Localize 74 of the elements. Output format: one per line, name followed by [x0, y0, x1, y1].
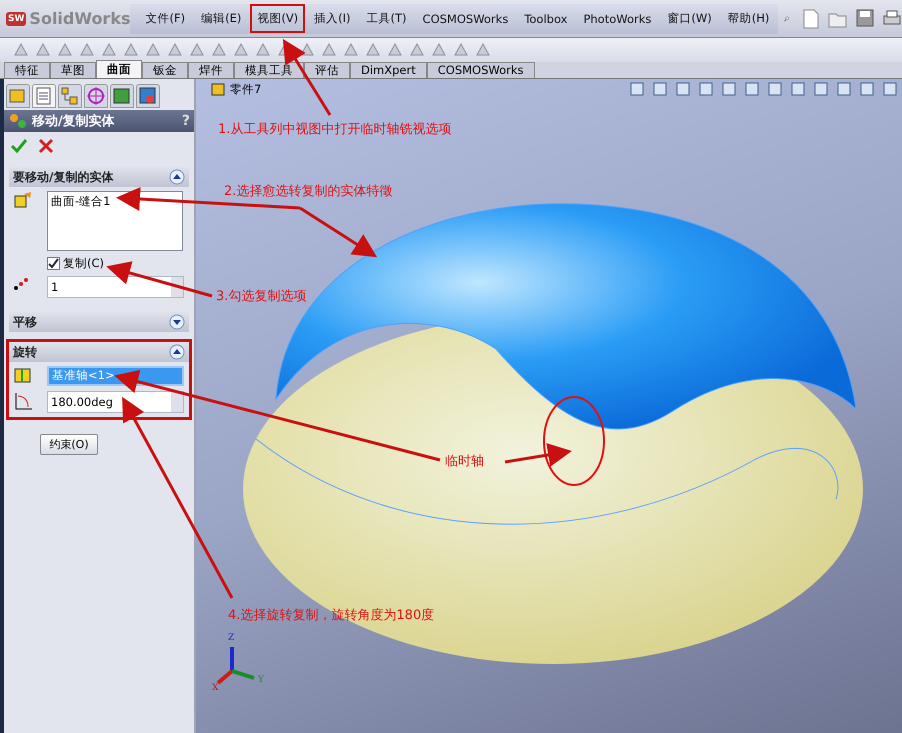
constraints-button[interactable]: 约束(O) — [40, 434, 98, 455]
app-logo: SW SolidWorks — [5, 9, 130, 28]
list-item[interactable]: 曲面-缝合1 — [48, 192, 182, 211]
menu-item[interactable]: Toolbox — [517, 4, 574, 32]
menu-item[interactable]: COSMOSWorks — [416, 4, 516, 32]
annotation-text: 4.选择旋转复制，旋转角度为180度 — [228, 607, 434, 624]
selection-list[interactable]: 曲面-缝合1 — [47, 191, 183, 251]
part-tree-item[interactable]: 零件7 — [200, 81, 262, 97]
menu-item[interactable]: 视图(V) — [250, 4, 306, 33]
view-tool-icon[interactable] — [882, 81, 898, 97]
help-button[interactable]: ? — [182, 113, 190, 129]
annotation-text: 3.勾选复制选项 — [216, 288, 306, 305]
annotation-text: 临时轴 — [445, 453, 484, 470]
menu-item[interactable]: 文件(F) — [138, 4, 192, 33]
view-tool-icon[interactable] — [698, 81, 714, 97]
collapse-toggle-icon[interactable] — [169, 169, 185, 185]
body-cube-icon — [13, 191, 33, 209]
toolbar-tab[interactable]: COSMOSWorks — [426, 62, 535, 78]
angle-field[interactable]: 180.00deg — [47, 391, 184, 413]
x-axis-label: X — [212, 683, 218, 693]
y-axis-label: Y — [258, 675, 264, 685]
annotation-text: 2.选择愈选转复制的实体特徵 — [224, 183, 392, 200]
annotation-arrow — [504, 443, 572, 467]
section-title: 平移 — [13, 314, 37, 330]
axis-cube-icon — [13, 366, 33, 384]
cancel-x-icon[interactable] — [38, 138, 54, 154]
collapse-toggle-icon[interactable] — [169, 314, 185, 330]
menu-item[interactable]: 编辑(E) — [194, 4, 248, 33]
section-title: 旋转 — [13, 344, 37, 360]
view-tool-icon[interactable] — [813, 81, 829, 97]
ok-check-icon[interactable] — [10, 138, 28, 154]
count-field[interactable]: 1 — [47, 276, 184, 298]
menu-item[interactable]: 工具(T) — [360, 4, 414, 33]
view-tool-icon[interactable] — [721, 81, 737, 97]
move-copy-icon — [8, 112, 28, 130]
panel-title: 移动/复制实体 — [32, 112, 116, 130]
angle-icon — [13, 391, 33, 411]
toolbar-tab[interactable]: 草图 — [50, 62, 96, 78]
view-tool-icon[interactable] — [836, 81, 852, 97]
toolbar-tab[interactable]: DimXpert — [350, 62, 427, 78]
cube-icon[interactable] — [110, 84, 134, 108]
property-icon[interactable] — [32, 84, 56, 108]
toolbar-tab[interactable]: 评估 — [304, 62, 350, 78]
z-axis-label: Z — [228, 633, 234, 643]
view-tool-icon[interactable] — [859, 81, 875, 97]
copy-checkbox[interactable] — [47, 257, 60, 270]
part-icon — [210, 81, 226, 97]
view-tool-icon[interactable] — [767, 81, 783, 97]
view-tool-icon[interactable] — [652, 81, 668, 97]
toolbar-tab[interactable]: 焊件 — [188, 62, 234, 78]
menu-item[interactable]: PhotoWorks — [576, 4, 658, 32]
configuration-icon[interactable] — [58, 84, 82, 108]
view-tool-icon[interactable] — [744, 81, 760, 97]
view-tool-icon[interactable] — [790, 81, 806, 97]
menu-item[interactable]: 插入(I) — [307, 4, 358, 33]
view-tool-icon[interactable] — [629, 81, 645, 97]
print-icon[interactable] — [882, 8, 902, 26]
collapse-toggle-icon[interactable] — [169, 344, 185, 360]
toolbar-tab[interactable]: 特征 — [4, 62, 50, 78]
section-title: 要移动/复制的实体 — [13, 168, 114, 186]
menu-item[interactable]: 窗口(W) — [660, 4, 719, 33]
toolbar-tab[interactable]: 钣金 — [142, 62, 188, 78]
save-icon[interactable] — [856, 8, 874, 26]
checkbox-label: 复制(C) — [63, 256, 104, 271]
new-file-icon[interactable] — [802, 8, 820, 28]
checkmark-icon — [48, 258, 59, 269]
toolbar-tab[interactable]: 模具工具 — [234, 62, 304, 78]
toolbar-tab[interactable]: 曲面 — [96, 60, 142, 78]
crosshair-icon[interactable] — [84, 84, 108, 108]
appearance-icon[interactable] — [136, 84, 160, 108]
view-tool-icon[interactable] — [675, 81, 691, 97]
annotation-text: 1.从工具列中视图中打开临时轴铣视选项 — [218, 121, 452, 138]
menu-item[interactable]: 帮助(H) — [720, 4, 776, 33]
feature-tree-icon[interactable] — [6, 84, 30, 108]
